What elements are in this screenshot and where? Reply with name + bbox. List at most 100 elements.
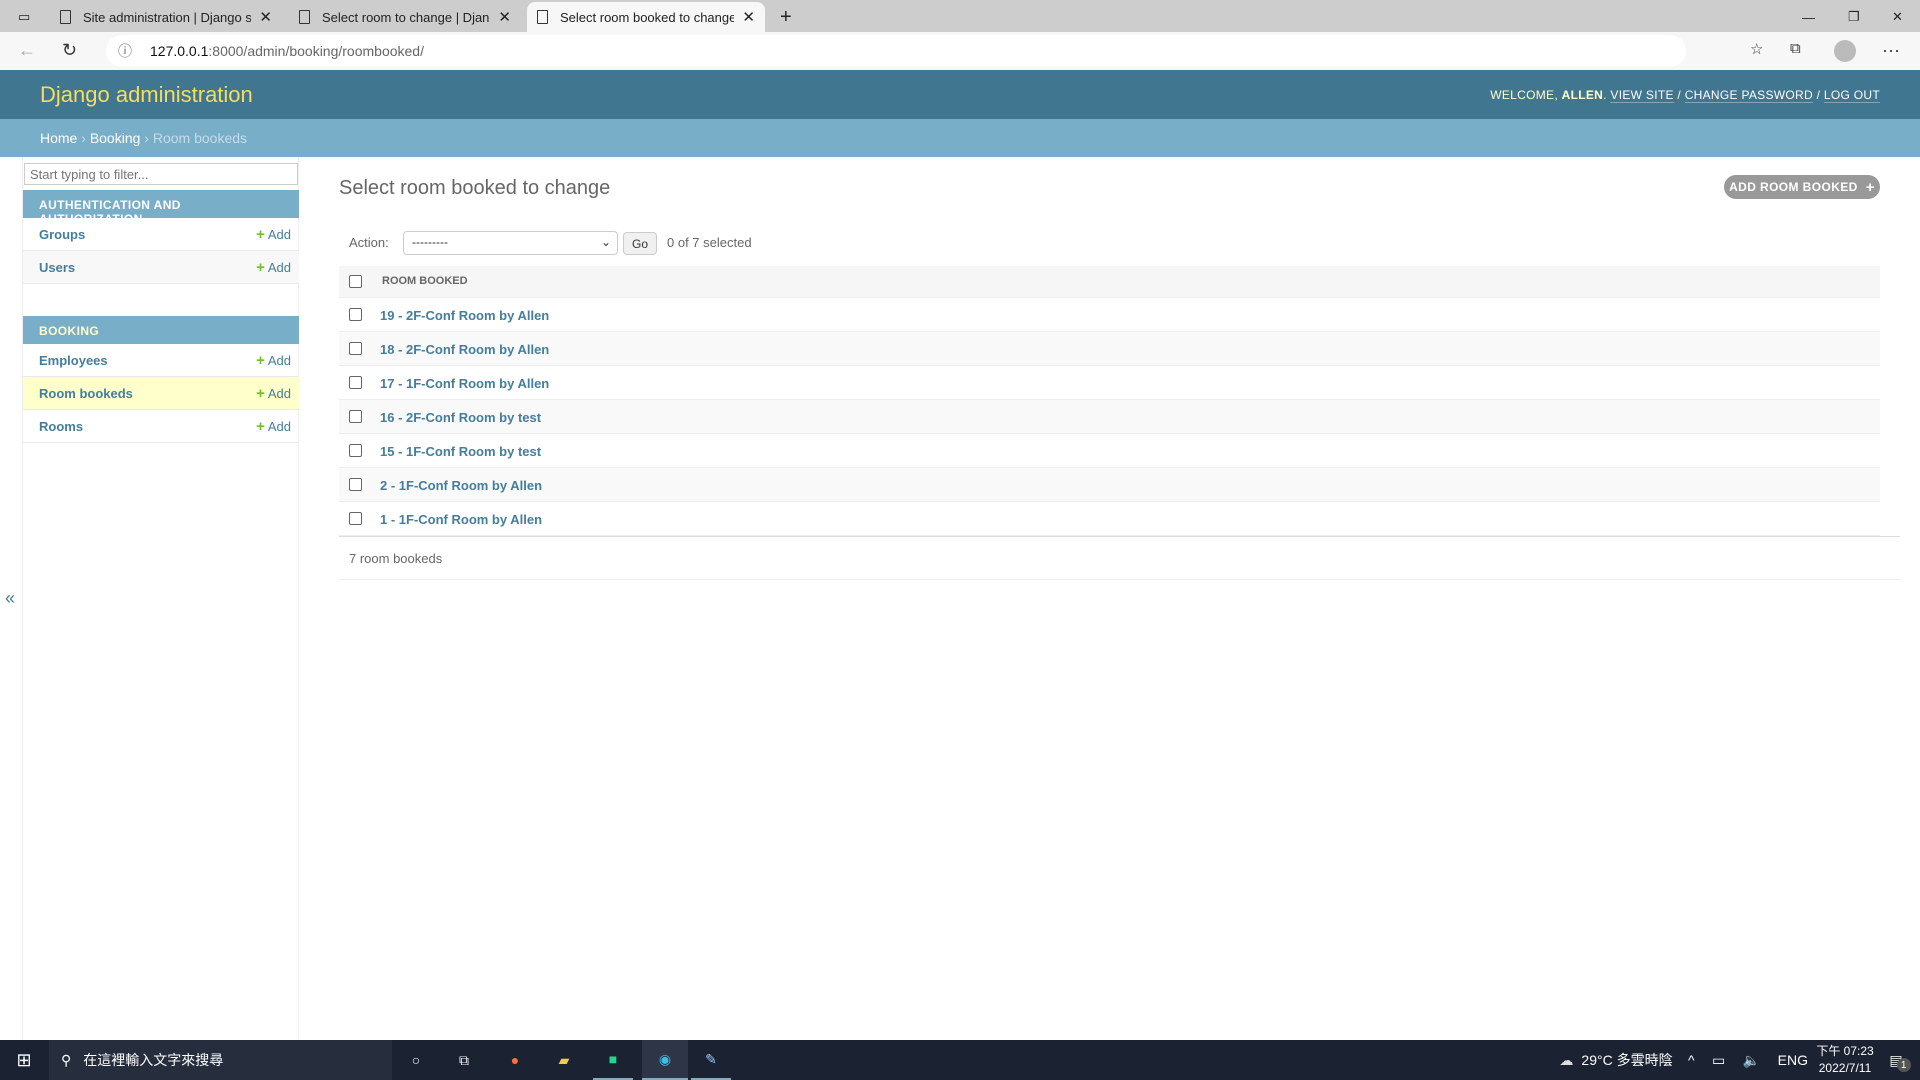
taskbar: ⊞ ⚲ 在這裡輸入文字來搜尋 ○ ⧉ ● ▰ ■ ◉ ✎ ☁ 29°C 多雲時陰 ^…: [0, 1040, 1920, 1080]
plus-icon: +: [256, 258, 265, 276]
model-link[interactable]: Room bookeds: [39, 386, 256, 401]
weather-widget[interactable]: ☁ 29°C 多雲時陰: [1546, 1040, 1686, 1080]
system-tray[interactable]: ^ ▭ 🔈 ENG: [1688, 1040, 1808, 1080]
url-input[interactable]: ⓘ 127.0.0.1:8000/admin/booking/roombooked…: [106, 35, 1686, 67]
minimize-icon[interactable]: —: [1792, 2, 1825, 32]
more-icon[interactable]: ···: [1882, 40, 1900, 61]
site-brand[interactable]: Django administration: [40, 82, 253, 108]
row-link[interactable]: 18 - 2F-Conf Room by Allen: [380, 342, 549, 357]
tab-actions-icon[interactable]: ▭: [8, 2, 44, 32]
url-host: 127.0.0.1: [150, 43, 209, 59]
table-row: 19 - 2F-Conf Room by Allen: [339, 298, 1880, 332]
row-checkbox[interactable]: [349, 308, 362, 321]
info-icon[interactable]: ⓘ: [118, 41, 132, 61]
pycharm-icon[interactable]: ■: [593, 1040, 633, 1080]
chevron-up-icon[interactable]: ^: [1688, 1052, 1695, 1068]
sidebar-item-rooms[interactable]: Rooms + Add: [23, 410, 299, 443]
start-icon[interactable]: ⊞: [0, 1040, 48, 1080]
row-link[interactable]: 1 - 1F-Conf Room by Allen: [380, 512, 542, 527]
select-all-checkbox[interactable]: [349, 275, 362, 288]
change-password-link[interactable]: CHANGE PASSWORD: [1684, 88, 1813, 103]
admin-header: Django administration WELCOME, ALLEN. VI…: [0, 70, 1920, 119]
nav-filter-input[interactable]: [24, 163, 298, 185]
edge-icon[interactable]: ◉: [642, 1040, 688, 1080]
table-row: 15 - 1F-Conf Room by test: [339, 434, 1880, 468]
task-view-icon[interactable]: ⧉: [448, 1040, 480, 1080]
row-link[interactable]: 16 - 2F-Conf Room by test: [380, 410, 541, 425]
browser-tab[interactable]: Select room to change | Django s ✕: [289, 2, 521, 32]
column-header-room-booked[interactable]: ROOM BOOKED: [382, 275, 468, 287]
user-tools: WELCOME, ALLEN. VIEW SITE / CHANGE PASSW…: [1490, 88, 1880, 103]
new-tab-icon[interactable]: +: [770, 2, 802, 32]
view-site-link[interactable]: VIEW SITE: [1610, 88, 1674, 103]
model-link[interactable]: Groups: [39, 227, 256, 242]
model-link[interactable]: Employees: [39, 353, 256, 368]
row-checkbox[interactable]: [349, 444, 362, 457]
selection-counter: 0 of 7 selected: [667, 235, 752, 250]
taskbar-search[interactable]: ⚲ 在這裡輸入文字來搜尋: [49, 1040, 392, 1080]
go-button[interactable]: Go: [623, 232, 657, 255]
sidebar-item-users[interactable]: Users + Add: [23, 251, 299, 284]
collections-icon[interactable]: ⧉: [1790, 40, 1801, 57]
plus-icon: +: [1865, 178, 1875, 196]
add-link[interactable]: Add: [268, 227, 291, 242]
firefox-icon[interactable]: ●: [495, 1040, 535, 1080]
result-count: 7 room bookeds: [349, 551, 443, 566]
table-row: 18 - 2F-Conf Room by Allen: [339, 332, 1880, 366]
sidebar-item-employees[interactable]: Employees + Add: [23, 344, 299, 377]
table-header: ROOM BOOKED: [339, 266, 1880, 298]
volume-icon[interactable]: 🔈: [1743, 1052, 1760, 1069]
model-link[interactable]: Rooms: [39, 419, 256, 434]
row-checkbox[interactable]: [349, 512, 362, 525]
file-explorer-icon[interactable]: ▰: [544, 1040, 584, 1080]
page-title: Select room booked to change: [339, 177, 611, 199]
browser-tab-bar: ▭ Site administration | Django site ✕ Sel…: [0, 0, 1920, 32]
sidebar-item-room-bookeds[interactable]: Room bookeds + Add: [23, 377, 299, 410]
browser-tab[interactable]: Site administration | Django site ✕: [50, 2, 282, 32]
notification-icon[interactable]: ▤ 1: [1880, 1040, 1920, 1080]
action-select[interactable]: --------- ⌄: [403, 231, 618, 255]
app-caption-auth[interactable]: AUTHENTICATION AND AUTHORIZATION: [23, 190, 299, 226]
clock[interactable]: 下午 07:23 2022/7/11: [1810, 1040, 1880, 1080]
row-link[interactable]: 19 - 2F-Conf Room by Allen: [380, 308, 549, 323]
window-close-icon[interactable]: ✕: [1882, 2, 1913, 32]
page-icon: [537, 10, 548, 24]
add-link[interactable]: Add: [268, 260, 291, 275]
table-row: 16 - 2F-Conf Room by test: [339, 400, 1880, 434]
row-link[interactable]: 17 - 1F-Conf Room by Allen: [380, 376, 549, 391]
row-checkbox[interactable]: [349, 478, 362, 491]
row-link[interactable]: 15 - 1F-Conf Room by test: [380, 444, 541, 459]
profile-avatar[interactable]: [1834, 40, 1856, 62]
row-link[interactable]: 2 - 1F-Conf Room by Allen: [380, 478, 542, 493]
toggle-sidebar-button[interactable]: «: [5, 588, 15, 609]
paint-icon[interactable]: ✎: [691, 1040, 731, 1080]
close-icon[interactable]: ✕: [498, 8, 511, 26]
refresh-icon[interactable]: ↻: [62, 40, 77, 61]
plus-icon: +: [256, 417, 265, 435]
add-link[interactable]: Add: [268, 419, 291, 434]
add-link[interactable]: Add: [268, 386, 291, 401]
network-icon[interactable]: ▭: [1712, 1052, 1725, 1069]
row-checkbox[interactable]: [349, 342, 362, 355]
restore-icon[interactable]: ❐: [1838, 2, 1870, 32]
model-link[interactable]: Users: [39, 260, 256, 275]
username: ALLEN: [1561, 88, 1604, 102]
sidebar-item-groups[interactable]: Groups + Add: [23, 218, 299, 251]
tab-title: Select room to change | Django s: [322, 9, 490, 25]
add-room-booked-button[interactable]: ADD ROOM BOOKED +: [1724, 175, 1880, 199]
row-checkbox[interactable]: [349, 410, 362, 423]
close-icon[interactable]: ✕: [742, 8, 755, 26]
row-checkbox[interactable]: [349, 376, 362, 389]
table-row: 1 - 1F-Conf Room by Allen: [339, 502, 1880, 536]
language-indicator[interactable]: ENG: [1778, 1052, 1808, 1068]
browser-tab-active[interactable]: Select room booked to change | ✕: [527, 2, 765, 32]
close-icon[interactable]: ✕: [259, 8, 272, 26]
favorites-icon[interactable]: ☆: [1750, 40, 1763, 58]
breadcrumb-booking[interactable]: Booking: [90, 130, 141, 146]
back-icon[interactable]: ←: [18, 40, 36, 61]
app-caption-booking[interactable]: BOOKING: [23, 316, 299, 344]
cortana-icon[interactable]: ○: [400, 1040, 432, 1080]
add-link[interactable]: Add: [268, 353, 291, 368]
breadcrumb-home[interactable]: Home: [40, 130, 77, 146]
log-out-link[interactable]: LOG OUT: [1823, 88, 1880, 103]
